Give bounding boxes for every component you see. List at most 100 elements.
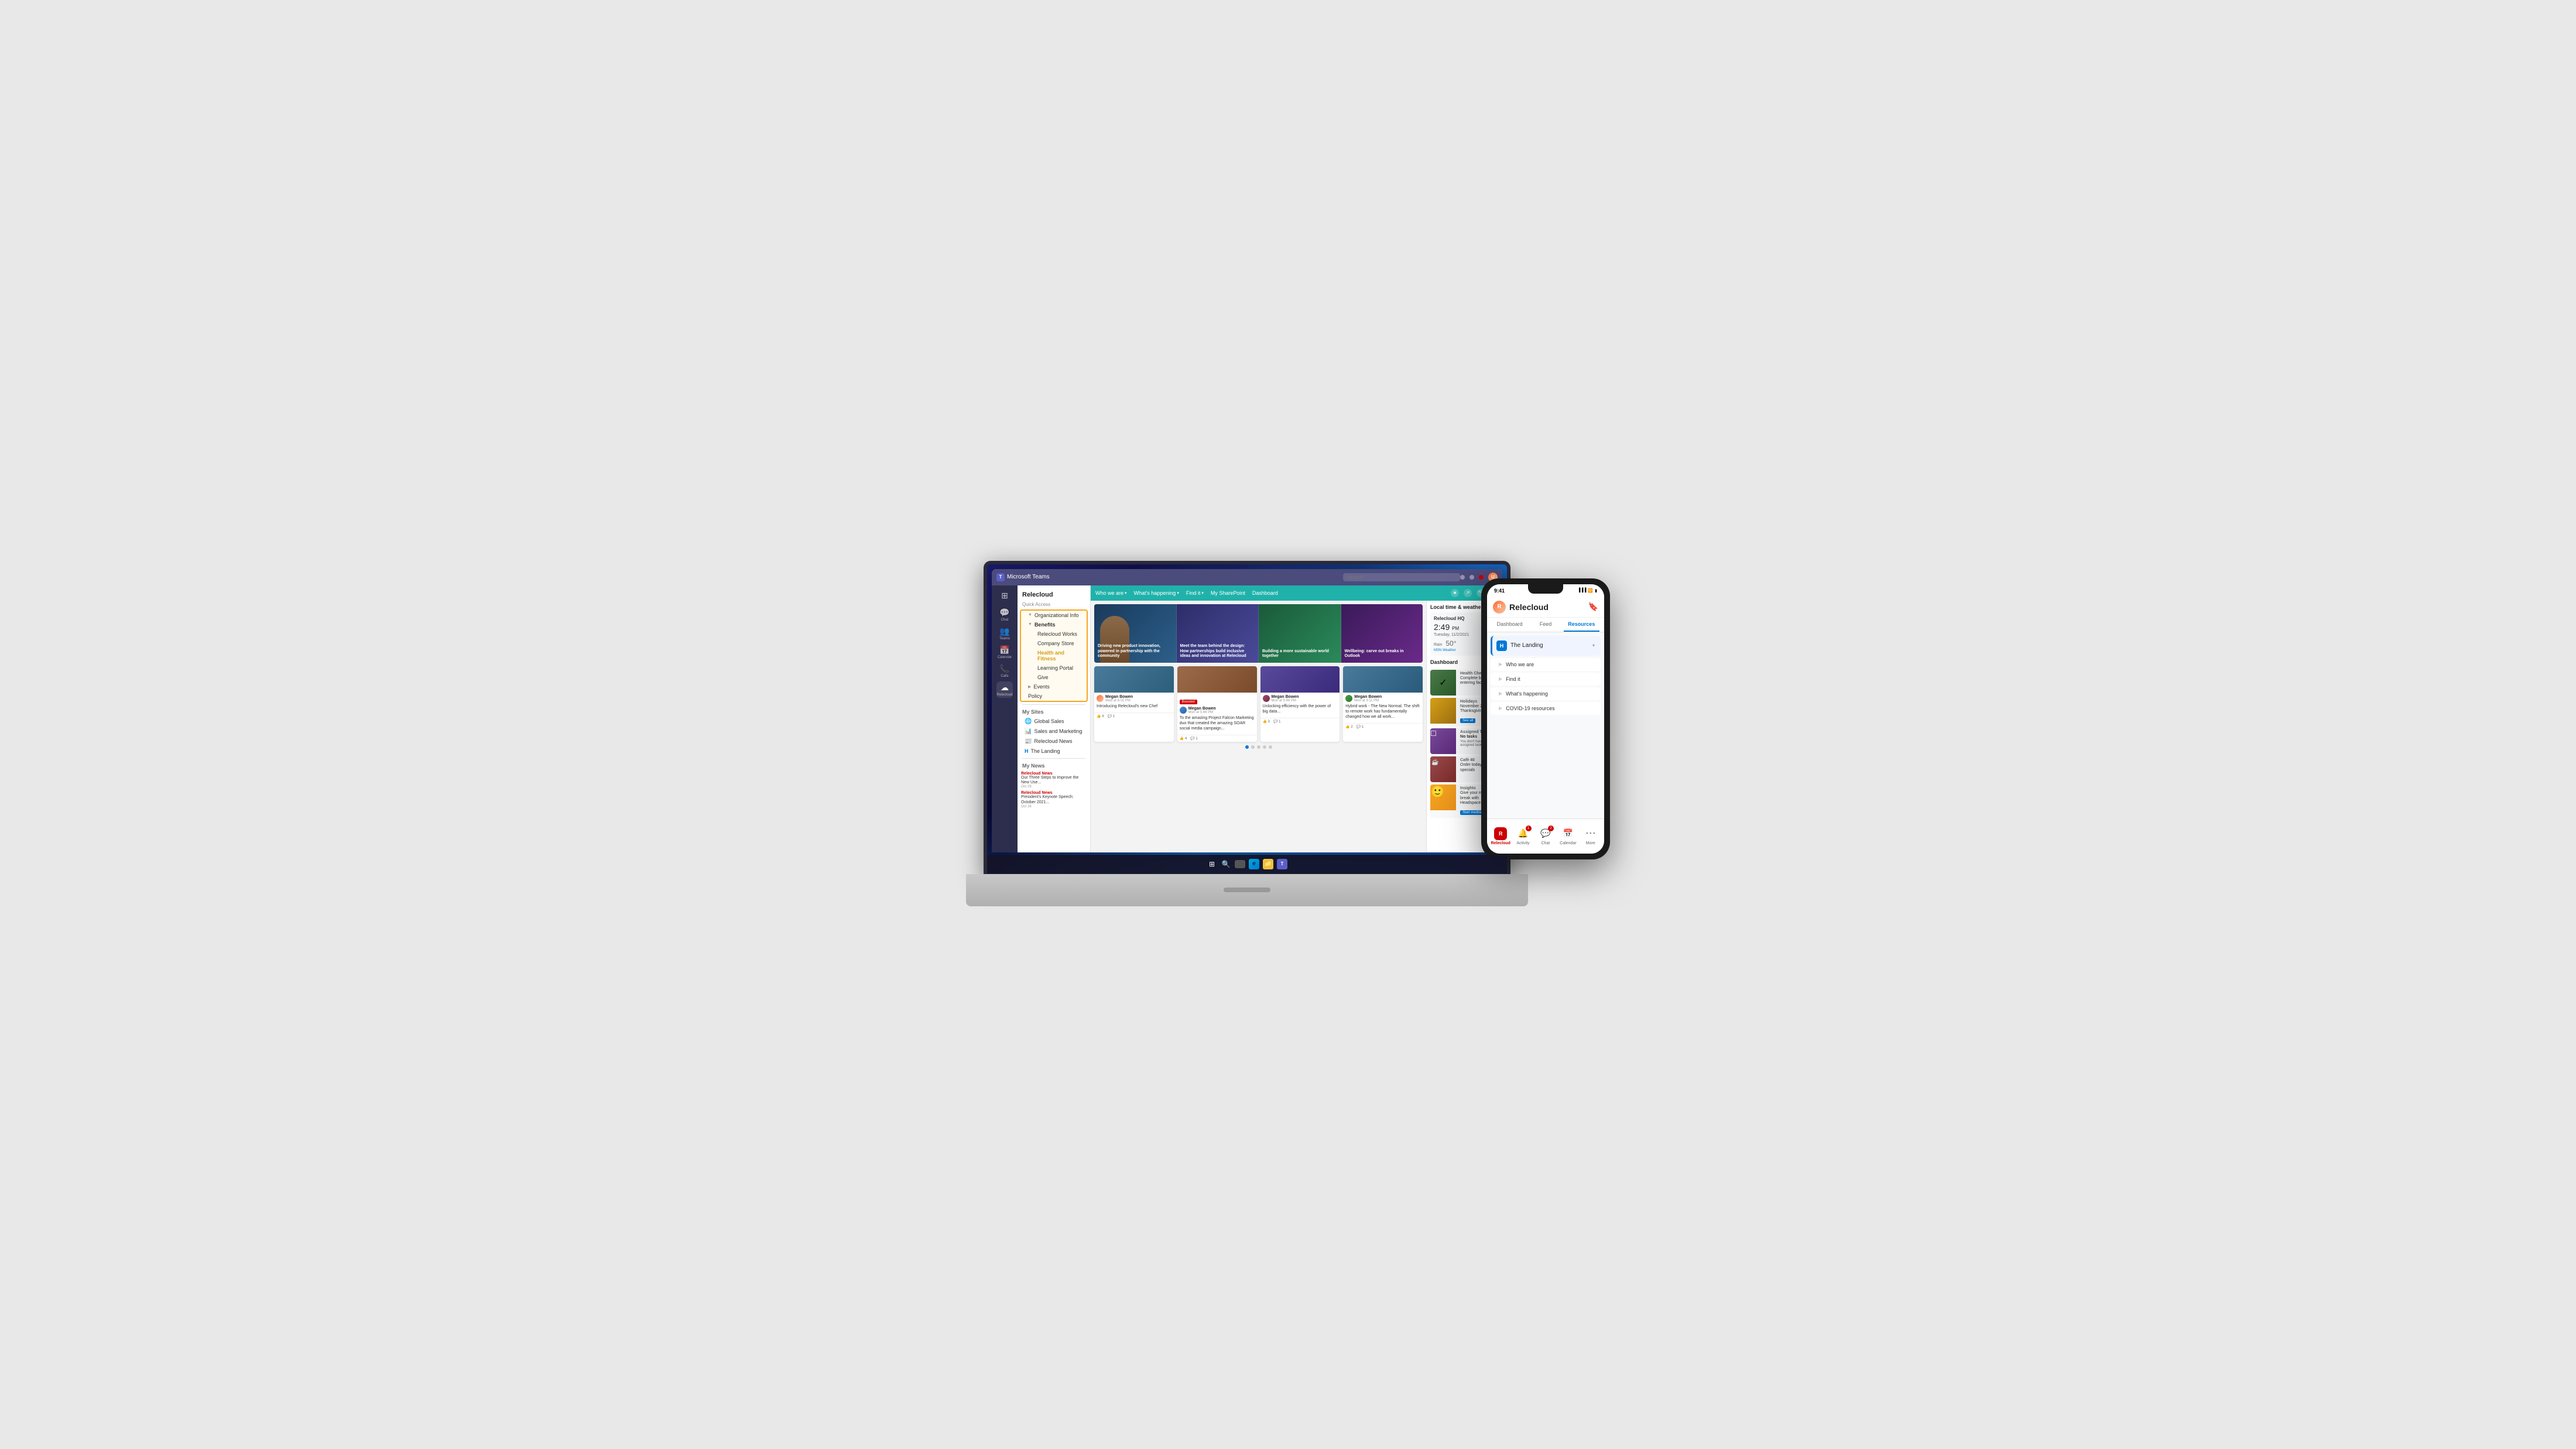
my-news-item-1[interactable]: Relecloud News Our Three Steps to Improv… bbox=[1018, 770, 1090, 790]
sp-nav-benefits[interactable]: ▼ Benefits bbox=[1021, 620, 1087, 629]
sp-topnav-dashboard[interactable]: Dashboard bbox=[1252, 590, 1278, 596]
carousel-dot-4[interactable] bbox=[1263, 745, 1266, 749]
news-card-body-2: Boosted Megan Bowen Mon at 5:46 PM bbox=[1177, 693, 1257, 734]
phone-nav-activity[interactable]: 🔔 1 Activity bbox=[1513, 827, 1533, 845]
sp-nav-events[interactable]: ▶ Events bbox=[1021, 682, 1087, 691]
hero-item-4[interactable]: Wellbeing: carve out breaks in Outlook bbox=[1341, 604, 1423, 663]
phone-bookmark-icon[interactable]: 🔖 bbox=[1588, 602, 1598, 612]
sp-nav-the-landing[interactable]: H The Landing bbox=[1018, 746, 1090, 756]
news-comment-1[interactable]: 💬 1 bbox=[1107, 714, 1114, 718]
hero-item-3[interactable]: Building a more sustainable world togeth… bbox=[1259, 604, 1341, 663]
taskbar-search-icon[interactable]: 🔍 bbox=[1221, 859, 1231, 869]
taskbar-teams-icon[interactable]: T bbox=[1277, 859, 1287, 869]
phone-shell: 9:41 ▐▐▐ 🛜 ▮ R Relecloud 🔖 bbox=[1481, 578, 1610, 859]
nav-calendar-icon[interactable]: 📅 Calendar bbox=[996, 644, 1013, 660]
phone-nav-the-landing[interactable]: H The Landing ▾ bbox=[1491, 636, 1601, 656]
nav-chat-icon[interactable]: 💬 Chat bbox=[996, 607, 1013, 623]
taskbar-start-icon[interactable]: ⊞ bbox=[1207, 859, 1217, 869]
phone-nav-whats-happening[interactable]: ▶ What's happening bbox=[1491, 687, 1601, 700]
teams-title: Microsoft Teams bbox=[1007, 574, 1050, 580]
phone-tabs: Dashboard Feed Resources bbox=[1487, 618, 1604, 632]
nav-teams-icon[interactable]: 👥 Teams bbox=[996, 625, 1013, 642]
news-card-2[interactable]: Boosted Megan Bowen Mon at 5:46 PM bbox=[1177, 666, 1257, 742]
carousel-dot-2[interactable] bbox=[1251, 745, 1255, 749]
phone-tab-resources[interactable]: Resources bbox=[1564, 618, 1599, 632]
news-card-actions-3: 👍 3 💬 1 bbox=[1260, 718, 1340, 725]
hero-text-1: Driving new product innovation, powered … bbox=[1098, 644, 1173, 659]
carousel-dot-5[interactable] bbox=[1269, 745, 1272, 749]
news-author-time-1: Wed at 8:01 PM bbox=[1105, 699, 1133, 703]
phone-nav-chat-icon: 💬 2 bbox=[1539, 827, 1552, 840]
nav-apps-icon[interactable]: ⊞ bbox=[996, 588, 1013, 604]
sp-nav-health-fitness[interactable]: Health and Fitness bbox=[1021, 648, 1087, 663]
sp-star-icon[interactable]: ★ bbox=[1451, 589, 1459, 597]
sp-topnav-whats-happening[interactable]: What's happening▾ bbox=[1134, 590, 1179, 596]
sp-share-icon[interactable]: ↗ bbox=[1464, 589, 1472, 597]
search-input[interactable] bbox=[1343, 573, 1460, 581]
sp-nav-org-info[interactable]: ▼ Organizational Info bbox=[1021, 611, 1087, 620]
phone-nav-activity-label: Activity bbox=[1516, 841, 1529, 845]
carousel-dots bbox=[1094, 745, 1423, 749]
news-card-img-3 bbox=[1260, 666, 1340, 693]
phone-app-name: Relecloud bbox=[1509, 602, 1549, 612]
sp-nav-company-store[interactable]: Company Store bbox=[1021, 639, 1087, 648]
taskbar-explorer-icon[interactable]: 📁 bbox=[1263, 859, 1273, 869]
news-comment-4[interactable]: 💬 1 bbox=[1356, 725, 1364, 729]
sp-nav-sales-marketing[interactable]: 📊 Sales and Marketing bbox=[1018, 727, 1090, 737]
dashboard-thumb-headspace: 🙂 bbox=[1430, 785, 1456, 810]
news-author-name-1: Megan Bowen bbox=[1105, 695, 1133, 699]
nav-relecloud-icon[interactable]: ☁ Relecloud bbox=[996, 681, 1013, 698]
hero-item-1[interactable]: Driving new product innovation, powered … bbox=[1094, 604, 1177, 663]
news-like-2[interactable]: 👍 4 bbox=[1180, 737, 1187, 741]
titlebar-minimize[interactable] bbox=[1460, 575, 1465, 580]
sp-topnav-who-we-are[interactable]: Who we are▾ bbox=[1095, 590, 1127, 596]
teams-logo-icon: T bbox=[996, 573, 1005, 581]
phone-who-we-are-label: Who we are bbox=[1506, 662, 1534, 667]
phone-tab-feed[interactable]: Feed bbox=[1527, 618, 1563, 632]
phone-nav-relecloud[interactable]: R Relecloud bbox=[1491, 827, 1511, 845]
carousel-dot-1[interactable] bbox=[1245, 745, 1249, 749]
wifi-icon: 🛜 bbox=[1588, 588, 1593, 593]
sp-nav-global-sales[interactable]: 🌐 Global Sales bbox=[1018, 717, 1090, 727]
carousel-dot-3[interactable] bbox=[1257, 745, 1260, 749]
titlebar-maximize[interactable] bbox=[1469, 575, 1474, 580]
phone-nav-who-we-are[interactable]: ▶ Who we are bbox=[1491, 658, 1601, 671]
news-card-actions-2: 👍 4 💬 1 bbox=[1177, 735, 1257, 742]
phone-nav-relecloud-icon: R bbox=[1494, 827, 1507, 840]
phone-nav-more[interactable]: ⋯ More bbox=[1580, 827, 1601, 845]
sp-nav-learning-portal[interactable]: Learning Portal bbox=[1021, 663, 1087, 673]
weather-ampm: PM bbox=[1452, 626, 1459, 631]
news-card-1[interactable]: Megan Bowen Wed at 8:01 PM Introducing R… bbox=[1094, 666, 1174, 742]
phone-tab-dashboard[interactable]: Dashboard bbox=[1492, 618, 1527, 632]
sp-nav-relecloud-works[interactable]: Relecloud Works bbox=[1021, 629, 1087, 639]
sp-nav-policy[interactable]: Policy bbox=[1021, 691, 1087, 701]
sp-nav-give[interactable]: Give bbox=[1021, 673, 1087, 682]
news-author-time-4: Mon at 3:11 PM bbox=[1354, 699, 1382, 703]
sp-topnav-find-it[interactable]: Find it▾ bbox=[1186, 590, 1204, 596]
taskbar-taskview-icon[interactable] bbox=[1235, 860, 1245, 868]
nav-calls-icon[interactable]: 📞 Calls bbox=[996, 663, 1013, 679]
my-news-item-2[interactable]: Relecloud News President's Keynote Speec… bbox=[1018, 790, 1090, 810]
news-comment-3[interactable]: 💬 1 bbox=[1273, 720, 1280, 724]
sp-sidebar: Relecloud Quick Access ▼ Organizational … bbox=[1018, 585, 1091, 852]
news-card-3[interactable]: Megan Bowen Mon at 5:46 PM Unlocking eff… bbox=[1260, 666, 1340, 742]
sp-nav-relecloud-news[interactable]: 📰 Relecloud News bbox=[1018, 737, 1090, 746]
news-card-img-1 bbox=[1094, 666, 1174, 693]
phone-app-title: R Relecloud bbox=[1493, 601, 1549, 614]
news-card-4[interactable]: Megan Bowen Mon at 3:11 PM Hybrid work -… bbox=[1343, 666, 1423, 742]
hero-text-3: Building a more sustainable world togeth… bbox=[1262, 649, 1337, 659]
phone-nav-activity-icon: 🔔 1 bbox=[1517, 827, 1530, 840]
dashboard-action-holiday[interactable]: See all bbox=[1460, 718, 1475, 723]
phone-nav-find-it[interactable]: ▶ Find it bbox=[1491, 673, 1601, 686]
hero-item-2[interactable]: Meet the team behind the design: How par… bbox=[1177, 604, 1259, 663]
news-comment-2[interactable]: 💬 1 bbox=[1190, 737, 1197, 741]
phone-nav-chat[interactable]: 💬 2 Chat bbox=[1535, 827, 1556, 845]
taskbar-edge-icon[interactable]: e bbox=[1249, 859, 1259, 869]
sp-topnav-my-sharepoint[interactable]: My SharePoint bbox=[1211, 590, 1245, 596]
news-card-body-3: Megan Bowen Mon at 5:46 PM Unlocking eff… bbox=[1260, 693, 1340, 717]
phone-nav-calendar[interactable]: 📅 Calendar bbox=[1558, 827, 1578, 845]
news-like-1[interactable]: 👍 4 bbox=[1097, 714, 1104, 718]
phone-nav-covid[interactable]: ▶ COVID-19 resources bbox=[1491, 702, 1601, 715]
news-like-4[interactable]: 👍 2 bbox=[1345, 725, 1352, 729]
news-like-3[interactable]: 👍 3 bbox=[1263, 720, 1270, 724]
